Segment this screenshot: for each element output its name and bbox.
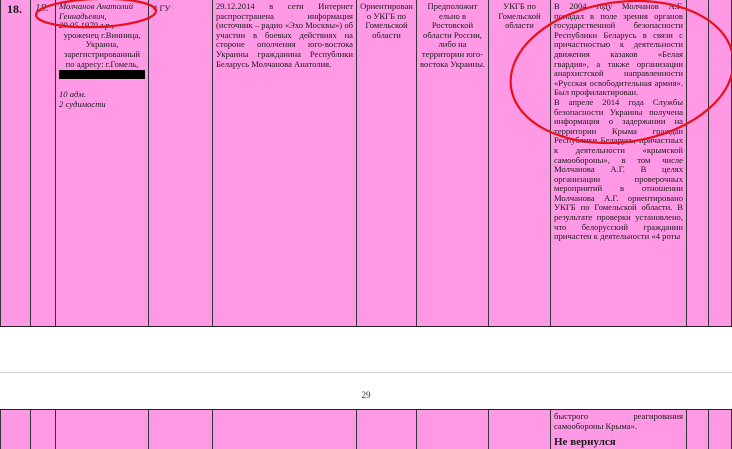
note-admin: 10 адм. — [59, 89, 87, 100]
cont-cell-1 — [30, 410, 55, 449]
row-number: 18. — [7, 2, 22, 16]
birth-place: уроженец г.Винница, Украина, — [63, 29, 141, 50]
person-details: Молчанов Анатолий Геннадьевич, 29.05.197… — [56, 0, 148, 111]
result-paragraph-1: В 2004 году Молчанов А.Г. попадал в поле… — [554, 1, 683, 98]
table-row-18: 18. 18. Молчанов Анатолий Геннадьевич, 2… — [0, 0, 732, 327]
birth-year-suffix: г.р., — [99, 20, 114, 31]
cont-cell-9 — [686, 410, 708, 449]
registration-address: зарегистрированный по адресу: г.Гомель, — [64, 48, 140, 69]
unit-cell: 4 ГУ — [148, 0, 212, 326]
cont-cell-3 — [148, 410, 212, 449]
cont-cell-4 — [212, 410, 356, 449]
status-text: Не вернулся — [554, 436, 616, 449]
cont-result-text: быстрого реагирования самообороны Крыма»… — [554, 411, 683, 431]
result-text: В 2004 году Молчанов А.Г. попадал в поле… — [551, 0, 686, 244]
location-text: Предположит ельно в Ростовской области Р… — [420, 1, 486, 69]
cont-result-cell: быстрого реагирования самообороны Крыма»… — [550, 410, 686, 449]
person-notes: 10 адм. 2 судимости — [59, 89, 145, 109]
cont-cell-7 — [488, 410, 550, 449]
location-cell: Предположит ельно в Ростовской области Р… — [416, 0, 488, 326]
birth-date: 29.05.1970 — [59, 20, 98, 31]
table-row-continuation: быстрого реагирования самообороны Крыма»… — [0, 409, 732, 449]
result-cell: В 2004 году Молчанов А.Г. попадал в поле… — [550, 0, 686, 326]
page-number: 29 — [361, 390, 371, 400]
cont-cell-0 — [0, 410, 30, 449]
person-cell: Молчанов Анатолий Геннадьевич, 29.05.197… — [55, 0, 148, 326]
empty-cell-a — [686, 0, 708, 326]
executor-cell: УКГБ по Гомельской области — [488, 0, 550, 326]
empty-cell-b — [708, 0, 732, 326]
note-convictions: 2 судимости — [59, 99, 106, 110]
cont-cell-6 — [416, 410, 488, 449]
information-cell: 29.12.2014 в сети Интернет распространен… — [212, 0, 356, 326]
cont-cell-10 — [708, 410, 732, 449]
page-separator — [0, 372, 732, 373]
oriented-text: Ориентирован о УКГБ по Гомельской област… — [360, 1, 413, 40]
information-text: 29.12.2014 в сети Интернет распространен… — [216, 1, 353, 69]
oriented-cell: Ориентирован о УКГБ по Гомельской област… — [356, 0, 416, 326]
cont-cell-5 — [356, 410, 416, 449]
row-number-cell: 18. — [0, 0, 30, 326]
result-paragraph-2: В апреле 2014 года Службы безопасности У… — [554, 96, 683, 242]
row-index: 18. — [35, 2, 49, 14]
unit-label: 4 ГУ — [153, 3, 171, 13]
redaction-bar — [59, 70, 145, 80]
executor-text: УКГБ по Гомельской области — [498, 1, 541, 31]
row-index-cell: 18. — [30, 0, 55, 326]
cont-cell-2 — [55, 410, 148, 449]
